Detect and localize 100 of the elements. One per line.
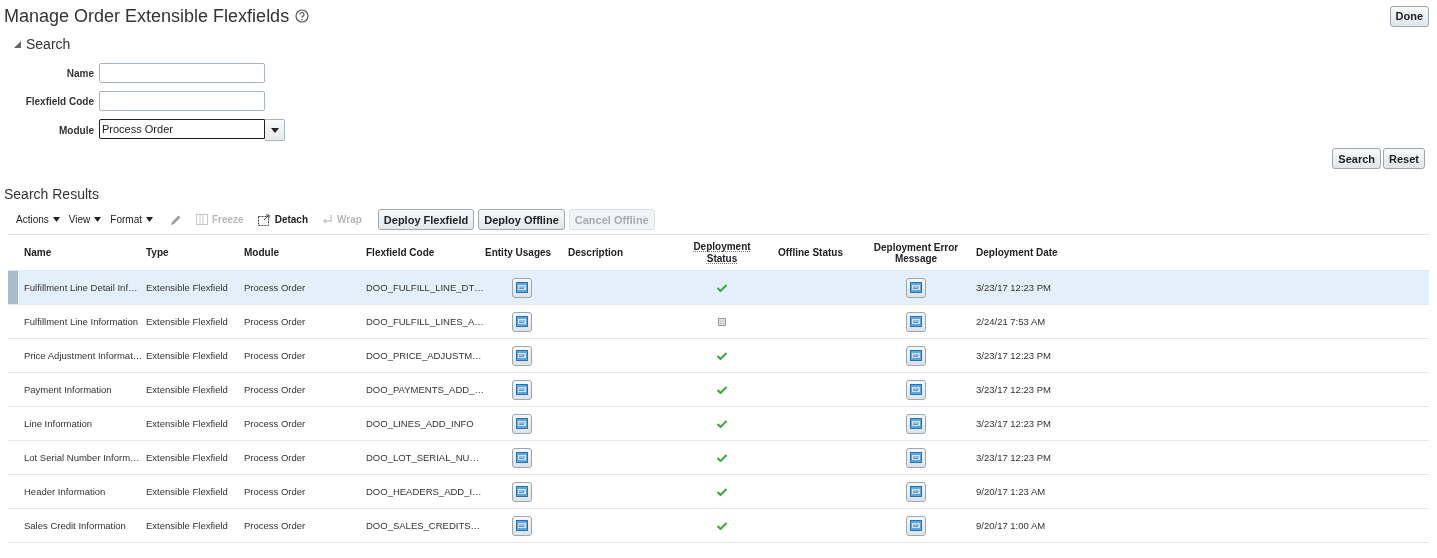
table-cell-text: DOO_LINES_ADD_INFO bbox=[365, 418, 475, 429]
column-header[interactable]: Type bbox=[140, 247, 238, 258]
field-label: Name bbox=[66, 67, 94, 79]
table-cell-text: Extensible Flexfield bbox=[145, 384, 229, 395]
window-icon bbox=[910, 384, 922, 395]
table-cell-text: Line Information bbox=[23, 418, 94, 429]
menu-button[interactable]: Actions bbox=[16, 214, 60, 225]
caret-icon bbox=[94, 217, 102, 222]
table-cell-text: 3/23/17 12:23 PM bbox=[975, 350, 1052, 361]
table-cell-text: Lot Serial Number Inform… bbox=[23, 452, 140, 463]
error-message-button[interactable] bbox=[906, 413, 926, 434]
window-icon bbox=[516, 282, 528, 293]
error-message-button[interactable] bbox=[906, 481, 926, 502]
entity-usages-button[interactable] bbox=[512, 481, 532, 502]
entity-usages-button[interactable] bbox=[512, 447, 532, 468]
error-message-button[interactable] bbox=[906, 277, 926, 298]
table-cell-text: Process Order bbox=[243, 316, 307, 327]
entity-usages-button[interactable] bbox=[512, 311, 532, 332]
table-row[interactable]: Price Adjustment Informat… Extensible Flexfield Process Order DOO_PRICE_ADJUSTM… 3/23/17 12:23 PM bbox=[8, 339, 1429, 373]
error-message-button[interactable] bbox=[906, 515, 926, 536]
table-cell-text: 3/23/17 12:23 PM bbox=[975, 452, 1052, 463]
column-header[interactable]: Description bbox=[562, 247, 672, 258]
help-icon[interactable] bbox=[295, 9, 310, 23]
table-cell-text: Process Order bbox=[243, 452, 307, 463]
columns-icon bbox=[195, 214, 208, 225]
caret-icon bbox=[52, 217, 60, 222]
error-message-button[interactable] bbox=[906, 379, 926, 400]
entity-usages-button[interactable] bbox=[512, 515, 532, 536]
input-field[interactable] bbox=[99, 63, 265, 83]
deploy-button[interactable]: Deploy Flexfield bbox=[377, 209, 475, 230]
pencil-icon[interactable] bbox=[169, 213, 182, 226]
entity-usages-button[interactable] bbox=[512, 413, 532, 434]
table-cell-text: Extensible Flexfield bbox=[145, 282, 229, 293]
table-cell-text: Extensible Flexfield bbox=[145, 418, 229, 429]
table-cell-text: DOO_SALES_CREDITS… bbox=[365, 520, 482, 531]
error-message-button[interactable] bbox=[906, 447, 926, 468]
toolbar-button[interactable]: Detach bbox=[257, 213, 308, 226]
table-cell-text: DOO_PAYMENTS_ADD_… bbox=[365, 384, 485, 395]
column-header[interactable]: Module bbox=[238, 247, 360, 258]
section-title: Search bbox=[26, 36, 71, 52]
entity-usages-button[interactable] bbox=[512, 277, 532, 298]
window-icon bbox=[910, 486, 922, 497]
window-icon bbox=[516, 350, 528, 361]
table-row[interactable]: Fulfillment Line Detail Inf… Extensible Flexfield Process Order DOO_FULFILL_LINE_DT… 3/23/17 12:23 PM bbox=[8, 271, 1429, 305]
done-button[interactable]: Done bbox=[1389, 5, 1429, 27]
table-row[interactable]: Line Information Extensible Flexfield Process Order DOO_LINES_ADD_INFO 3/23/17 12:23 PM bbox=[8, 407, 1429, 441]
table-cell-text: DOO_HEADERS_ADD_I… bbox=[365, 486, 483, 497]
window-icon bbox=[910, 316, 922, 327]
column-header[interactable]: Flexfield Code bbox=[360, 247, 485, 258]
menu-button[interactable]: View bbox=[68, 214, 102, 225]
column-header[interactable]: Offline Status bbox=[772, 247, 862, 258]
table-row[interactable]: Sales Credit Information Extensible Flexfield Process Order DOO_SALES_CREDITS… 9/20/17 1:00 AM bbox=[8, 509, 1429, 543]
column-header[interactable]: Deployment Date bbox=[970, 247, 1429, 258]
field-label: Flexfield Code bbox=[25, 95, 94, 107]
table-cell-text: DOO_PRICE_ADJUSTM… bbox=[365, 350, 483, 361]
table-cell-text: Process Order bbox=[243, 486, 307, 497]
column-header[interactable]: Deployment Error Message bbox=[866, 241, 966, 264]
module-field[interactable]: Process Order bbox=[99, 119, 265, 139]
window-icon bbox=[910, 520, 922, 531]
window-icon bbox=[516, 520, 528, 531]
table-cell-text: Header Information bbox=[23, 486, 107, 497]
table-cell-text: Process Order bbox=[243, 520, 307, 531]
search-action-button[interactable]: Reset bbox=[1383, 148, 1425, 169]
table-row[interactable]: Lot Serial Number Inform… Extensible Flexfield Process Order DOO_LOT_SERIAL_NU… 3/23/17 12:23 PM bbox=[8, 441, 1429, 475]
collapse-triangle-icon[interactable] bbox=[14, 40, 21, 48]
deploy-button[interactable]: Deploy Offline bbox=[478, 209, 565, 230]
column-header[interactable]: Entity Usages bbox=[485, 247, 562, 258]
caret-icon bbox=[270, 127, 279, 133]
table-cell-text: 3/23/17 12:23 PM bbox=[975, 282, 1052, 293]
search-action-button[interactable]: Search bbox=[1332, 148, 1382, 169]
window-icon bbox=[910, 282, 922, 293]
table-row[interactable]: Fulfillment Line Information Extensible Flexfield Process Order DOO_FULFILL_LINES_A… 2/24/21 7:53 AM bbox=[8, 305, 1429, 339]
window-icon bbox=[516, 418, 528, 429]
table-cell-text: 9/20/17 1:23 AM bbox=[975, 486, 1047, 497]
table-cell-text: DOO_LOT_SERIAL_NU… bbox=[365, 452, 480, 463]
column-header[interactable]: Deployment Status bbox=[687, 241, 757, 264]
table-cell-text: Extensible Flexfield bbox=[145, 452, 229, 463]
table-cell-text: Extensible Flexfield bbox=[145, 520, 229, 531]
table-cell-text: Payment Information bbox=[23, 384, 113, 395]
table-cell-text: Fulfillment Line Detail Inf… bbox=[23, 282, 139, 293]
dropdown-button[interactable] bbox=[265, 119, 285, 141]
entity-usages-button[interactable] bbox=[512, 379, 532, 400]
table-row[interactable]: Payment Information Extensible Flexfield Process Order DOO_PAYMENTS_ADD_… 3/23/17 12:23 PM bbox=[8, 373, 1429, 407]
column-header[interactable]: Name bbox=[18, 247, 140, 258]
table-cell-text: Process Order bbox=[243, 350, 307, 361]
error-message-button[interactable] bbox=[906, 345, 926, 366]
table-row[interactable]: Header Information Extensible Flexfield Process Order DOO_HEADERS_ADD_I… 9/20/17 1:23 AM bbox=[8, 475, 1429, 509]
entity-usages-button[interactable] bbox=[512, 345, 532, 366]
table-cell-text: Extensible Flexfield bbox=[145, 316, 229, 327]
window-icon bbox=[516, 452, 528, 463]
table-cell-text: DOO_FULFILL_LINE_DT… bbox=[365, 282, 485, 293]
input-field[interactable] bbox=[99, 91, 265, 111]
menu-button[interactable]: Format bbox=[110, 214, 153, 225]
window-icon bbox=[516, 486, 528, 497]
field-label: Module bbox=[59, 124, 94, 136]
error-message-button[interactable] bbox=[906, 311, 926, 332]
caret-icon bbox=[145, 217, 153, 222]
table-cell-text: 9/20/17 1:00 AM bbox=[975, 520, 1047, 531]
window-icon bbox=[910, 418, 922, 429]
window-icon bbox=[910, 350, 922, 361]
